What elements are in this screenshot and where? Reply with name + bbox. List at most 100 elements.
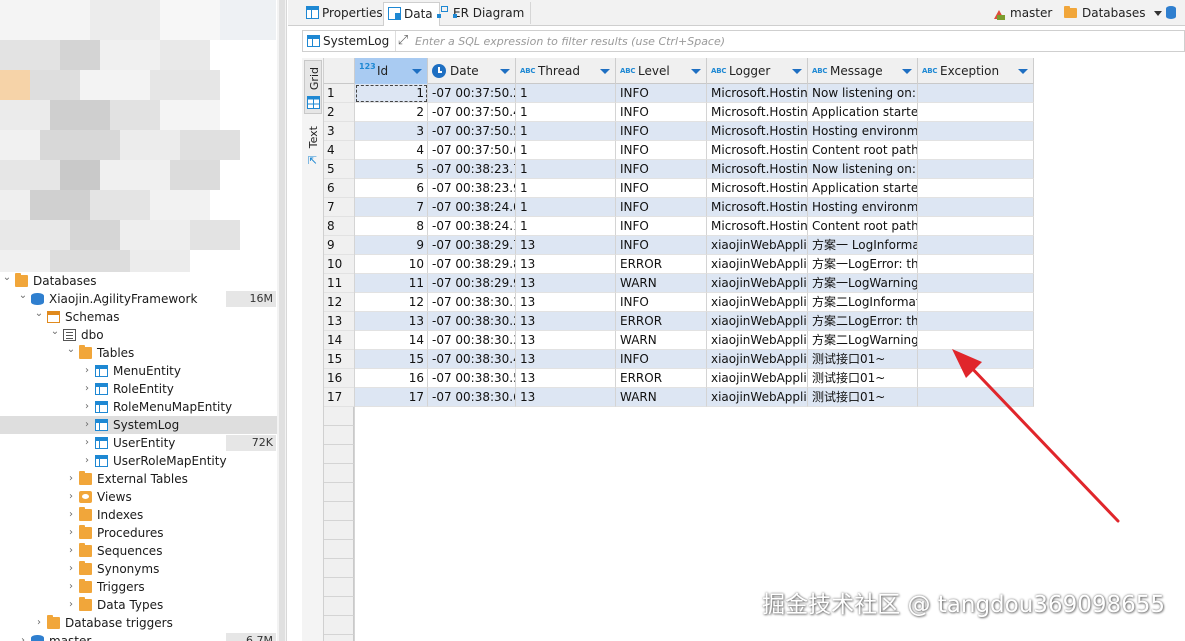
cell-exception[interactable]: [918, 350, 1034, 369]
cell-id[interactable]: 13: [355, 312, 428, 331]
cell-message[interactable]: 测试接口01~: [808, 369, 918, 388]
chevron-right-icon[interactable]: ›: [66, 578, 76, 596]
chevron-right-icon[interactable]: ›: [82, 416, 92, 434]
tree-item-systemlog[interactable]: › SystemLog: [0, 416, 277, 434]
cell-date[interactable]: -07 00:38:29.866: [428, 255, 516, 274]
tree-item-schemas[interactable]: ⌄ Schemas: [0, 308, 277, 326]
cell-level[interactable]: WARN: [616, 388, 707, 407]
cell-id[interactable]: 16: [355, 369, 428, 388]
cell-exception[interactable]: [918, 198, 1034, 217]
column-header-thread[interactable]: ABC Thread: [516, 58, 616, 84]
column-filter-dropdown-icon[interactable]: [500, 69, 510, 74]
tree-item-menuentity[interactable]: › MenuEntity: [0, 362, 277, 380]
cell-id[interactable]: 9: [355, 236, 428, 255]
cell-level[interactable]: WARN: [616, 331, 707, 350]
cell-id[interactable]: 3: [355, 122, 428, 141]
chevron-down-icon[interactable]: ⌄: [34, 308, 44, 326]
cell-message[interactable]: 测试接口01~: [808, 350, 918, 369]
cell-message[interactable]: Application started.: [808, 103, 918, 122]
table-row[interactable]: 11-07 00:37:50.2331INFOMicrosoft.Hosting…: [324, 84, 1034, 103]
tree-item-userentity[interactable]: › UserEntity 72K: [0, 434, 277, 452]
cell-date[interactable]: -07 00:38:29.983: [428, 274, 516, 293]
row-number[interactable]: 3: [324, 122, 355, 141]
tree-item-views[interactable]: › Views: [0, 488, 277, 506]
tab-data[interactable]: Data: [383, 2, 440, 26]
column-header-message[interactable]: ABC Message: [808, 58, 918, 84]
branch-selector[interactable]: master: [992, 3, 1052, 23]
row-number[interactable]: 11: [324, 274, 355, 293]
tree-item-xiaojin-agilityframework[interactable]: ⌄ Xiaojin.AgilityFramework 16M: [0, 290, 277, 308]
cell-message[interactable]: 方案二LogInformat: [808, 293, 918, 312]
cell-message[interactable]: 方案二LogWarning: [808, 331, 918, 350]
side-tab-text[interactable]: Text ⇱: [304, 122, 322, 174]
cell-id[interactable]: 6: [355, 179, 428, 198]
filter-entity-selector[interactable]: SystemLog: [303, 31, 397, 51]
cell-thread[interactable]: 1: [516, 179, 616, 198]
cell-logger[interactable]: Microsoft.Hosting: [707, 179, 808, 198]
chevron-right-icon[interactable]: ›: [66, 488, 76, 506]
column-filter-dropdown-icon[interactable]: [1018, 69, 1028, 74]
chevron-right-icon[interactable]: ›: [82, 452, 92, 470]
table-row[interactable]: 55-07 00:38:23.7201INFOMicrosoft.Hosting…: [324, 160, 1034, 179]
cell-date[interactable]: -07 00:37:50.663: [428, 141, 516, 160]
cell-logger[interactable]: xiaojinWebApplica: [707, 293, 808, 312]
tree-item-external-tables[interactable]: › External Tables: [0, 470, 277, 488]
tree-item-roleentity[interactable]: › RoleEntity: [0, 380, 277, 398]
cell-message[interactable]: Hosting environmen: [808, 122, 918, 141]
tree-item-procedures[interactable]: › Procedures: [0, 524, 277, 542]
cell-thread[interactable]: 1: [516, 160, 616, 179]
row-number[interactable]: 6: [324, 179, 355, 198]
tree-item-database-triggers[interactable]: › Database triggers: [0, 614, 277, 632]
table-row[interactable]: 1717-07 00:38:30.68013WARNxiaojinWebAppl…: [324, 388, 1034, 407]
table-row[interactable]: 1111-07 00:38:29.98313WARNxiaojinWebAppl…: [324, 274, 1034, 293]
cell-date[interactable]: -07 00:38:24.173: [428, 217, 516, 236]
cell-exception[interactable]: [918, 103, 1034, 122]
cell-level[interactable]: INFO: [616, 103, 707, 122]
row-number[interactable]: 2: [324, 103, 355, 122]
cell-id[interactable]: 7: [355, 198, 428, 217]
cell-id[interactable]: 4: [355, 141, 428, 160]
cell-message[interactable]: 方案一LogError: thi: [808, 255, 918, 274]
cell-id[interactable]: 1: [355, 84, 428, 103]
cell-exception[interactable]: [918, 274, 1034, 293]
filter-expression-input[interactable]: [415, 32, 1015, 50]
table-row[interactable]: 1414-07 00:38:30.32613WARNxiaojinWebAppl…: [324, 331, 1034, 350]
cell-logger[interactable]: xiaojinWebApplica: [707, 388, 808, 407]
tree-item-master[interactable]: › master 6.7M: [0, 632, 277, 641]
row-number[interactable]: 7: [324, 198, 355, 217]
cell-id[interactable]: 12: [355, 293, 428, 312]
column-header-id[interactable]: 123 Id: [355, 58, 428, 84]
cell-level[interactable]: INFO: [616, 122, 707, 141]
table-row[interactable]: 44-07 00:37:50.6631INFOMicrosoft.Hosting…: [324, 141, 1034, 160]
column-header-logger[interactable]: ABC Logger: [707, 58, 808, 84]
row-number[interactable]: 1: [324, 84, 355, 103]
row-number[interactable]: 8: [324, 217, 355, 236]
chevron-right-icon[interactable]: ›: [18, 632, 28, 641]
cell-logger[interactable]: xiaojinWebApplica: [707, 255, 808, 274]
column-filter-dropdown-icon[interactable]: [600, 69, 610, 74]
cell-id[interactable]: 11: [355, 274, 428, 293]
cell-id[interactable]: 2: [355, 103, 428, 122]
cell-date[interactable]: -07 00:38:29.746: [428, 236, 516, 255]
chevron-right-icon[interactable]: ›: [66, 596, 76, 614]
cell-date[interactable]: -07 00:37:50.233: [428, 84, 516, 103]
cell-level[interactable]: WARN: [616, 274, 707, 293]
cell-thread[interactable]: 13: [516, 350, 616, 369]
table-row[interactable]: 1616-07 00:38:30.56313ERRORxiaojinWebApp…: [324, 369, 1034, 388]
column-filter-dropdown-icon[interactable]: [412, 69, 422, 74]
tree-item-tables[interactable]: ⌄ Tables: [0, 344, 277, 362]
row-number[interactable]: 5: [324, 160, 355, 179]
cell-thread[interactable]: 13: [516, 331, 616, 350]
cell-exception[interactable]: [918, 388, 1034, 407]
cell-message[interactable]: Content root path: C: [808, 217, 918, 236]
cell-exception[interactable]: [918, 179, 1034, 198]
cell-logger[interactable]: xiaojinWebApplica: [707, 369, 808, 388]
table-row[interactable]: 99-07 00:38:29.74613INFOxiaojinWebApplic…: [324, 236, 1034, 255]
grid-corner[interactable]: [324, 58, 355, 84]
database-overflow[interactable]: [1164, 3, 1184, 23]
cell-id[interactable]: 8: [355, 217, 428, 236]
row-number[interactable]: 12: [324, 293, 355, 312]
table-row[interactable]: 66-07 00:38:23.9361INFOMicrosoft.Hosting…: [324, 179, 1034, 198]
table-row[interactable]: 1515-07 00:38:30.44313INFOxiaojinWebAppl…: [324, 350, 1034, 369]
cell-logger[interactable]: xiaojinWebApplica: [707, 236, 808, 255]
